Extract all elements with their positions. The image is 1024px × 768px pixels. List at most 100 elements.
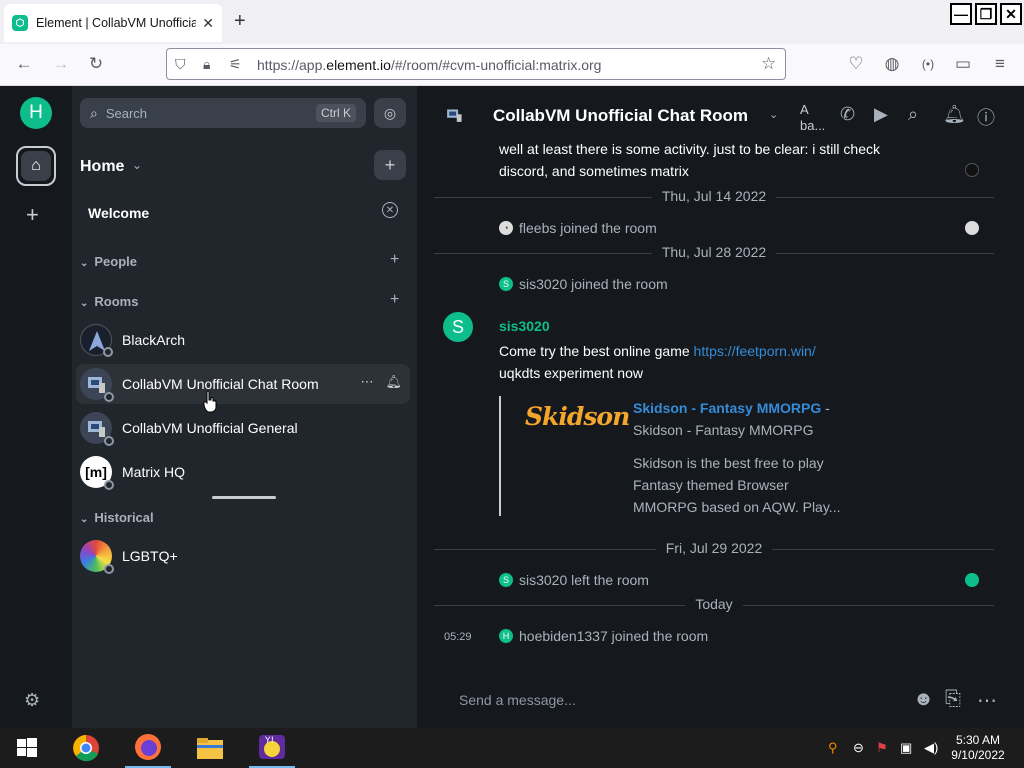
room-options-icon[interactable]: ⋯ (360, 374, 373, 390)
room-item-blackarch[interactable]: BlackArch (76, 320, 410, 360)
section-people[interactable]: ⌄ People (80, 254, 137, 269)
read-receipt-avatar[interactable] (965, 221, 979, 235)
membership-event: ◔ fleebs joined the room (499, 220, 657, 236)
close-window-button[interactable]: ✕ (1000, 3, 1022, 25)
read-receipt-avatar[interactable] (965, 573, 979, 587)
presence-dot (104, 392, 114, 402)
room-title[interactable]: CollabVM Unofficial Chat Room (493, 106, 748, 126)
sender-name[interactable]: sis3020 (499, 318, 550, 334)
firefox-icon[interactable] (125, 728, 171, 768)
search-label: Search (105, 105, 148, 121)
permissions-icon[interactable]: ⚟ (229, 56, 242, 73)
message-link[interactable]: https://feetporn.win/ (694, 343, 816, 359)
date-separator: Thu, Jul 14 2022 (434, 186, 994, 208)
chrome-icon[interactable] (63, 728, 109, 768)
search-shortcut: Ctrl K (316, 104, 356, 122)
back-arrow-icon[interactable]: ← (13, 54, 35, 74)
minimize-button[interactable]: — (950, 3, 972, 25)
attachment-paperclip-icon[interactable]: ⎘ (945, 688, 961, 711)
home-space-button[interactable]: ⌂ (16, 146, 56, 186)
pocket-icon[interactable]: ♡ (845, 54, 867, 74)
network-icon[interactable]: ▣ (900, 740, 912, 756)
presence-dot (104, 564, 114, 574)
url-text[interactable]: https://app.element.io/#/room/#cvm-unoff… (257, 57, 601, 73)
tray-minus-icon[interactable]: ⊖ (853, 740, 864, 756)
restore-button[interactable]: ❐ (975, 3, 997, 25)
lock-icon[interactable]: 🔒︎ (203, 56, 210, 73)
date-label: Fri, Jul 29 2022 (655, 540, 773, 556)
room-header-avatar[interactable] (443, 104, 465, 126)
tray-flag-icon[interactable]: ⚑ (876, 740, 888, 756)
room-topic[interactable]: A ba... (800, 102, 832, 134)
message-composer: Send a message... ☻ ⎘ ⋯ (433, 678, 1013, 722)
event-avatar: S (499, 277, 513, 291)
room-avatar (80, 540, 114, 574)
quick-settings-gear-icon[interactable]: ⚙ (24, 690, 40, 711)
hamburger-menu-icon[interactable]: ≡ (989, 54, 1011, 74)
room-item-matrix-hq[interactable]: [m] Matrix HQ (76, 452, 410, 492)
preview-title[interactable]: Skidson - Fantasy MMORPG - (633, 400, 830, 416)
vm-extension-icon[interactable]: ▭ (952, 54, 974, 74)
room-avatar (80, 368, 114, 402)
new-tab-button[interactable]: + (234, 10, 246, 32)
search-room-icon[interactable]: ⌕ (908, 104, 918, 125)
file-explorer-folder-icon[interactable] (187, 728, 233, 768)
shield-icon[interactable]: ⛉ (175, 56, 186, 73)
notifications-bell-icon[interactable]: 🔔︎ (943, 104, 966, 125)
home-header[interactable]: Home (80, 158, 124, 176)
read-receipt-avatar[interactable] (965, 163, 979, 177)
room-avatar: [m] (80, 456, 114, 490)
membership-event: S sis3020 left the room (499, 572, 649, 588)
close-welcome-icon[interactable]: ✕ (382, 202, 398, 218)
add-people-icon[interactable]: + (390, 251, 399, 269)
date-separator: Thu, Jul 28 2022 (434, 242, 994, 264)
forward-arrow-icon[interactable]: → (50, 54, 72, 74)
room-list-panel: ⌕ Search Ctrl K ◎ Home ⌄ + Welcome ✕ ⌄ Pe… (72, 86, 417, 728)
user-avatar[interactable]: H (20, 97, 52, 129)
room-item-collabvm-general[interactable]: CollabVM Unofficial General (76, 408, 410, 448)
create-space-icon[interactable]: + (26, 202, 39, 228)
volume-icon[interactable]: ◀) (924, 740, 938, 756)
tab-title: Element | CollabVM Unofficial C (36, 16, 197, 30)
section-rooms[interactable]: ⌄ Rooms (80, 294, 138, 309)
room-name: CollabVM Unofficial Chat Room (122, 376, 319, 392)
message-input[interactable]: Send a message... (459, 692, 576, 708)
room-item-lgbtq[interactable]: LGBTQ+ (76, 536, 410, 576)
profile-flag-icon[interactable]: ◍ (881, 54, 903, 74)
welcome-item[interactable]: Welcome (88, 205, 149, 221)
browser-tab-strip: ⬡ Element | CollabVM Unofficial C ✕ + — … (0, 0, 1024, 44)
chevron-down-icon[interactable]: ⌄ (769, 108, 778, 121)
voice-call-icon[interactable]: ✆ (840, 104, 855, 125)
yahoo-messenger-icon[interactable]: Y! (249, 728, 295, 768)
notification-bell-icon[interactable]: 🔔︎ (385, 374, 402, 390)
section-historical[interactable]: ⌄ Historical (80, 510, 154, 525)
start-windows-icon[interactable] (4, 728, 50, 768)
presence-dot (104, 480, 114, 490)
bookmark-star-icon[interactable]: ☆ (761, 54, 776, 74)
search-button[interactable]: ⌕ Search Ctrl K (80, 98, 366, 128)
home-add-button[interactable]: + (374, 150, 406, 180)
list-resize-handle[interactable] (212, 496, 276, 499)
taskbar-clock[interactable]: 5:30 AM 9/10/2022 (950, 733, 1006, 763)
sender-avatar[interactable]: S (443, 312, 473, 342)
extension-icon[interactable]: (•) (917, 57, 939, 71)
event-avatar: H (499, 629, 513, 643)
chevron-down-icon[interactable]: ⌄ (132, 158, 142, 172)
tab-close-icon[interactable]: ✕ (202, 15, 214, 32)
room-info-icon[interactable]: ⓘ (977, 104, 995, 130)
reload-icon[interactable]: ↻ (85, 54, 107, 74)
mouse-hand-cursor-icon (203, 390, 217, 413)
video-call-icon[interactable]: ▶ (874, 104, 888, 125)
screen: ⬡ Element | CollabVM Unofficial C ✕ + — … (0, 0, 1024, 768)
browser-tab[interactable]: ⬡ Element | CollabVM Unofficial C ✕ (4, 4, 222, 42)
room-item-collabvm-chat[interactable]: CollabVM Unofficial Chat Room ⋯ 🔔︎ (76, 364, 410, 404)
more-options-icon[interactable]: ⋯ (977, 688, 997, 713)
explore-rooms-compass-icon[interactable]: ◎ (374, 98, 406, 128)
emoji-icon[interactable]: ☻ (913, 688, 934, 711)
svg-text:Y!: Y! (264, 736, 274, 746)
add-room-icon[interactable]: + (390, 291, 399, 309)
preview-image[interactable]: Skidson (525, 402, 630, 431)
address-bar[interactable]: ⛉ 🔒︎ ⚟ https://app.element.io/#/room/#cv… (166, 48, 786, 80)
search-tray-icon[interactable]: ⚲ (828, 740, 838, 756)
url-preview: Skidson Skidson - Fantasy MMORPG - Skids… (499, 396, 840, 516)
